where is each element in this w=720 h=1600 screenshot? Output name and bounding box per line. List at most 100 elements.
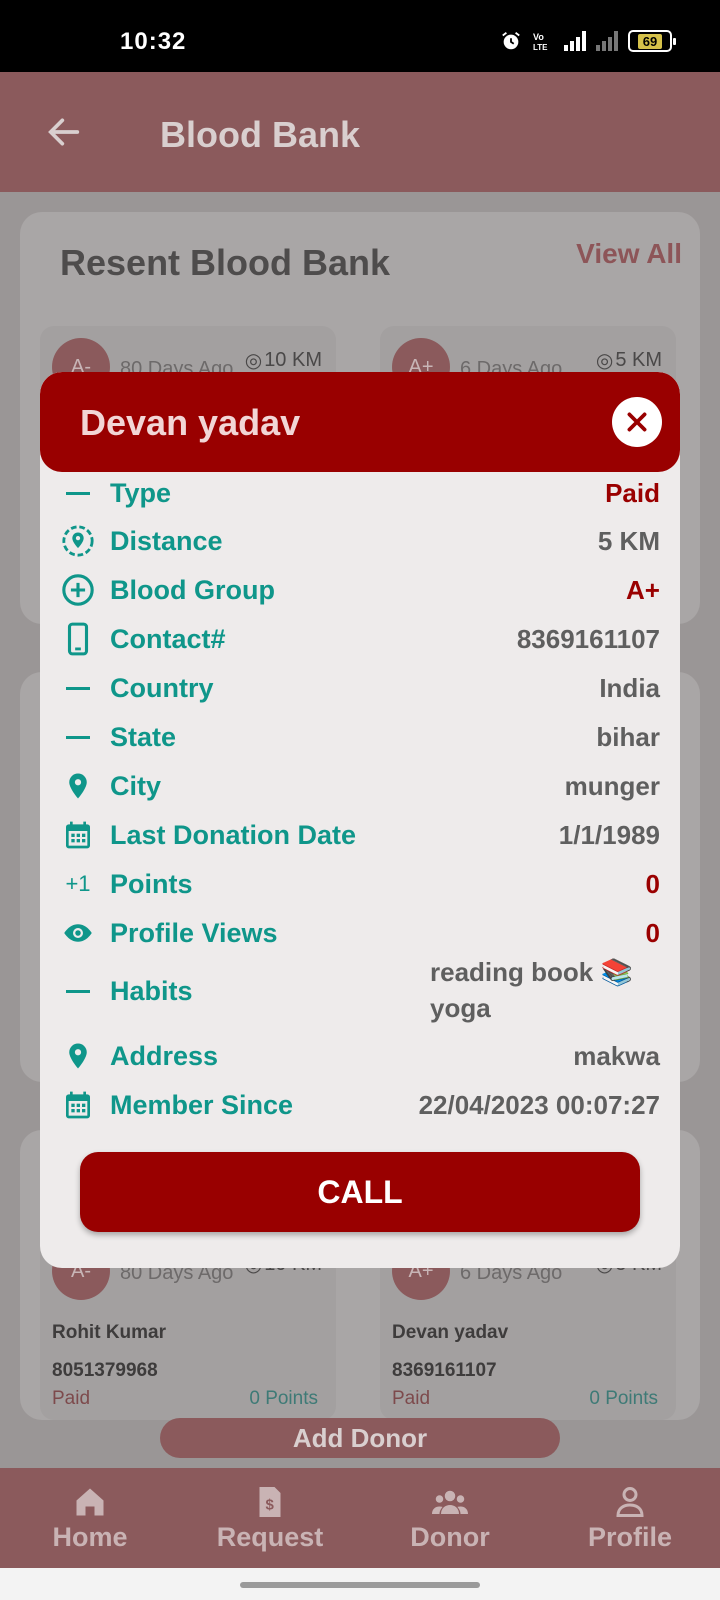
habits-value-line: reading book 📚 (430, 957, 633, 987)
row-value: 0 (645, 868, 660, 899)
habits-value: reading book 📚 yoga (430, 954, 650, 1026)
row-profile-views: Profile Views 0 (60, 912, 660, 954)
status-bar: 10:32 Vo LTE 69 (0, 0, 720, 72)
dialog-donor-name: Devan yadav (80, 402, 301, 443)
person-icon (616, 1486, 644, 1517)
svg-text:$: $ (266, 1496, 275, 1513)
add-donor-button[interactable]: Add Donor (160, 1418, 560, 1458)
distance: ◎10 KM (245, 348, 322, 373)
app-title: Blood Bank (160, 114, 361, 155)
nav-donor[interactable]: Donor (360, 1468, 540, 1568)
row-label: Blood Group (110, 574, 275, 605)
location-radius-icon (60, 523, 96, 559)
status-time: 10:32 (120, 28, 187, 55)
eye-icon (60, 915, 96, 951)
row-label: Country (110, 672, 214, 703)
row-country: Country India (60, 667, 660, 709)
row-distance: Distance 5 KM (60, 520, 660, 562)
signal-sim2-icon (596, 31, 618, 51)
bottom-nav: Home $ Request Donor Profile (0, 1468, 720, 1568)
nav-home-label: Home (52, 1521, 128, 1552)
row-city: City munger (60, 765, 660, 807)
battery-icon: 69 (628, 30, 676, 52)
donor-name: Devan yadav (392, 1322, 509, 1343)
row-label: Address (110, 1040, 219, 1071)
row-value: 1/1/1989 (558, 819, 660, 850)
signal-4g-icon (564, 31, 586, 51)
dialog-header: Devan yadav (40, 372, 680, 472)
location-icon: ◎ (244, 350, 263, 372)
nav-request[interactable]: $ Request (180, 1468, 360, 1568)
nav-home[interactable]: Home (0, 1468, 180, 1568)
row-label: Points (110, 868, 193, 899)
row-value: India (599, 672, 660, 703)
location-pin-icon (60, 1038, 96, 1074)
row-value: bihar (596, 721, 660, 752)
donor-type: Paid (52, 1388, 91, 1409)
close-icon (627, 412, 647, 432)
donor-phone: 8369161107 (392, 1360, 497, 1381)
habits-value-line: yoga (430, 993, 491, 1023)
row-label: City (110, 770, 162, 801)
nav-profile[interactable]: Profile (540, 1468, 720, 1568)
back-arrow-icon[interactable] (44, 112, 84, 152)
location-icon: ◎ (595, 350, 614, 372)
distance-value: 5 KM (615, 349, 662, 371)
row-state: State bihar (60, 716, 660, 758)
row-label: Profile Views (110, 917, 278, 948)
row-blood-group: Blood Group A+ (60, 569, 660, 611)
row-value: makwa (573, 1040, 660, 1071)
nav-donor-label: Donor (410, 1521, 490, 1552)
app-bar: Blood Bank (0, 72, 720, 192)
row-label: Type (110, 477, 172, 508)
plus-one-icon: +1 (65, 871, 91, 896)
row-value: munger (564, 770, 660, 801)
donor-type: Paid (392, 1388, 431, 1409)
battery-level: 69 (637, 33, 663, 49)
nav-request-label: Request (216, 1521, 324, 1552)
svg-text:LTE: LTE (533, 43, 548, 52)
distance-value: 10 KM (264, 349, 322, 371)
calendar-icon (60, 817, 96, 853)
phone-icon (60, 621, 96, 657)
gesture-handle[interactable] (240, 1582, 480, 1588)
dash-icon (60, 719, 96, 755)
donor-name: Rohit Kumar (52, 1322, 166, 1343)
row-value: 5 KM (597, 525, 660, 556)
gesture-area (0, 1568, 720, 1600)
row-points: +1 Points 0 (60, 863, 660, 905)
svg-text:Vo: Vo (533, 32, 544, 42)
row-type: Type Paid (60, 472, 660, 514)
row-address: Address makwa (60, 1035, 660, 1077)
recent-title: Resent Blood Bank (60, 242, 391, 283)
row-value[interactable]: 8369161107 (517, 624, 660, 655)
row-label: State (110, 721, 177, 752)
row-label: Contact# (110, 623, 226, 654)
calendar-icon (60, 1087, 96, 1123)
row-label: Habits (110, 975, 193, 1006)
nav-profile-label: Profile (587, 1521, 673, 1552)
row-label: Last Donation Date (110, 819, 357, 850)
row-label: Member Since (110, 1089, 294, 1120)
donor-points: 0 Points (249, 1388, 318, 1409)
alarm-icon (502, 32, 520, 50)
row-member-since: Member Since 22/04/2023 00:07:27 (60, 1084, 660, 1126)
request-icon: $ (259, 1486, 281, 1517)
row-value: A+ (626, 574, 660, 605)
add-circle-icon (60, 572, 96, 608)
distance: ◎5 KM (596, 348, 662, 373)
dash-icon (60, 973, 96, 1009)
row-value: 22/04/2023 00:07:27 (418, 1089, 660, 1120)
close-button[interactable] (612, 397, 662, 447)
dash-icon (60, 475, 96, 511)
call-button[interactable]: CALL (80, 1152, 640, 1232)
row-label: Distance (110, 525, 223, 556)
donor-phone: 8051379968 (52, 1360, 158, 1381)
view-all-link[interactable]: View All (576, 238, 682, 270)
status-icons: Vo LTE 69 (500, 30, 676, 52)
volte-icon: VoLTE (533, 32, 548, 52)
row-contact: Contact# 8369161107 (60, 618, 660, 660)
row-value: 0 (645, 917, 660, 948)
location-pin-icon (60, 768, 96, 804)
group-icon (432, 1490, 468, 1514)
